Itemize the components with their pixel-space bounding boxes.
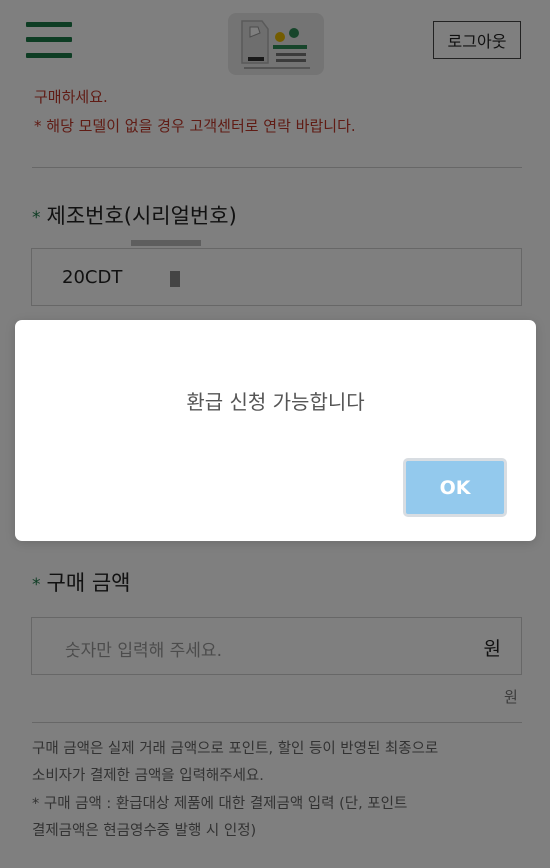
- dialog-message: 환급 신청 가능합니다: [186, 390, 365, 414]
- ok-button[interactable]: OK: [403, 458, 507, 517]
- alert-dialog: 환급 신청 가능합니다 OK: [15, 320, 536, 541]
